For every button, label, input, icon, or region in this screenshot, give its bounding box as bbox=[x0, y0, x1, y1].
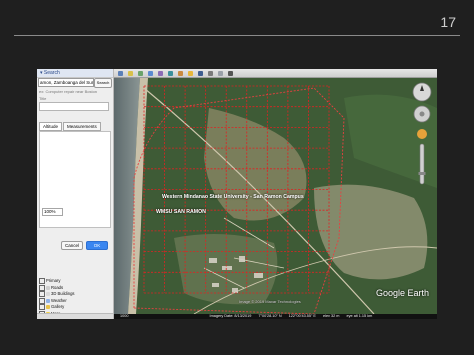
google-earth-logo: Google Earth bbox=[375, 288, 429, 298]
status-bar: 1000 Imagery Date: 8/13/2019 7°00'28.10"… bbox=[114, 314, 437, 319]
layer-checkbox[interactable] bbox=[39, 304, 45, 310]
opacity-row: 100% bbox=[42, 208, 72, 216]
search-input[interactable]: amon, Zamboanga del Sur bbox=[38, 78, 94, 87]
latitude: 7°00'28.10" N bbox=[258, 314, 282, 318]
dialog-buttons: Cancel OK bbox=[39, 241, 111, 250]
historical-imagery-icon[interactable] bbox=[178, 70, 183, 76]
ok-button[interactable]: OK bbox=[86, 241, 108, 250]
building-icon bbox=[46, 292, 50, 296]
opacity-input[interactable]: 100% bbox=[42, 208, 63, 216]
title-label: Title bbox=[39, 96, 47, 101]
polygon-icon[interactable] bbox=[138, 70, 143, 76]
panel-footer bbox=[37, 313, 113, 319]
pegman-icon bbox=[417, 129, 427, 139]
ruler-icon[interactable] bbox=[208, 70, 213, 76]
sunlight-icon[interactable] bbox=[188, 70, 193, 76]
tab-measurements[interactable]: Measurements bbox=[63, 122, 101, 131]
layer-checkbox[interactable] bbox=[39, 291, 45, 297]
toolbar bbox=[114, 69, 437, 78]
overlay-icon[interactable] bbox=[158, 70, 163, 76]
longitude: 122°00'43.55" E bbox=[288, 314, 316, 318]
navigation-controls[interactable] bbox=[412, 82, 432, 192]
properties-tabs: Altitude Measurements bbox=[39, 122, 111, 131]
zoom-slider bbox=[419, 143, 425, 185]
layer-checkbox[interactable] bbox=[39, 284, 45, 291]
layer-label: Gallery bbox=[51, 304, 65, 310]
scale-bar: 1000 bbox=[120, 314, 129, 318]
imagery-credit: Image © 2019 Maxar Technologies bbox=[239, 299, 301, 304]
road-icon bbox=[46, 285, 50, 290]
campus-label[interactable]: Western Mindanao State University - San … bbox=[162, 194, 304, 200]
search-hint: ex: Computer repair near Boston bbox=[39, 89, 98, 94]
weather-icon bbox=[46, 298, 50, 303]
search-button[interactable]: Search bbox=[94, 78, 112, 88]
print-icon[interactable] bbox=[228, 70, 233, 76]
tab-content: 100% bbox=[39, 131, 111, 228]
left-panel: ▾ Search amon, Zamboanga del Sur Search … bbox=[37, 69, 114, 319]
elevation: elev 32 m bbox=[322, 314, 340, 318]
google-earth-screenshot: ▾ Search amon, Zamboanga del Sur Search … bbox=[37, 69, 437, 319]
slide-number: 17 bbox=[440, 14, 456, 30]
planets-icon[interactable] bbox=[198, 70, 203, 76]
layer-label: Roads bbox=[51, 284, 64, 290]
sidebar-toggle-icon[interactable] bbox=[118, 70, 123, 76]
search-section-header[interactable]: ▾ Search bbox=[37, 69, 113, 78]
layer-label: Weather bbox=[51, 297, 67, 303]
tab-altitude[interactable]: Altitude bbox=[39, 122, 63, 131]
gallery-icon bbox=[46, 305, 50, 309]
tour-icon[interactable] bbox=[168, 70, 173, 76]
title-field[interactable] bbox=[39, 102, 109, 111]
satellite-map[interactable]: Western Mindanao State University - San … bbox=[114, 78, 437, 314]
path-icon[interactable] bbox=[148, 70, 153, 76]
layer-checkbox[interactable] bbox=[39, 278, 45, 284]
eye-altitude: eye alt 1.15 km bbox=[346, 314, 373, 318]
cancel-button[interactable]: Cancel bbox=[61, 241, 83, 250]
slide-divider bbox=[14, 35, 460, 36]
search-row: amon, Zamboanga del Sur Search bbox=[38, 78, 112, 88]
pin-label[interactable]: WMSU SAN RAMON bbox=[156, 209, 206, 215]
imagery-date: Imagery Date: 8/13/2019 bbox=[209, 314, 252, 318]
layer-label: Primary bbox=[46, 278, 61, 284]
placemark-icon[interactable] bbox=[128, 70, 133, 76]
email-icon[interactable] bbox=[218, 70, 223, 76]
layer-label: 3D Buildings bbox=[51, 291, 75, 297]
layer-checkbox[interactable] bbox=[39, 297, 45, 304]
